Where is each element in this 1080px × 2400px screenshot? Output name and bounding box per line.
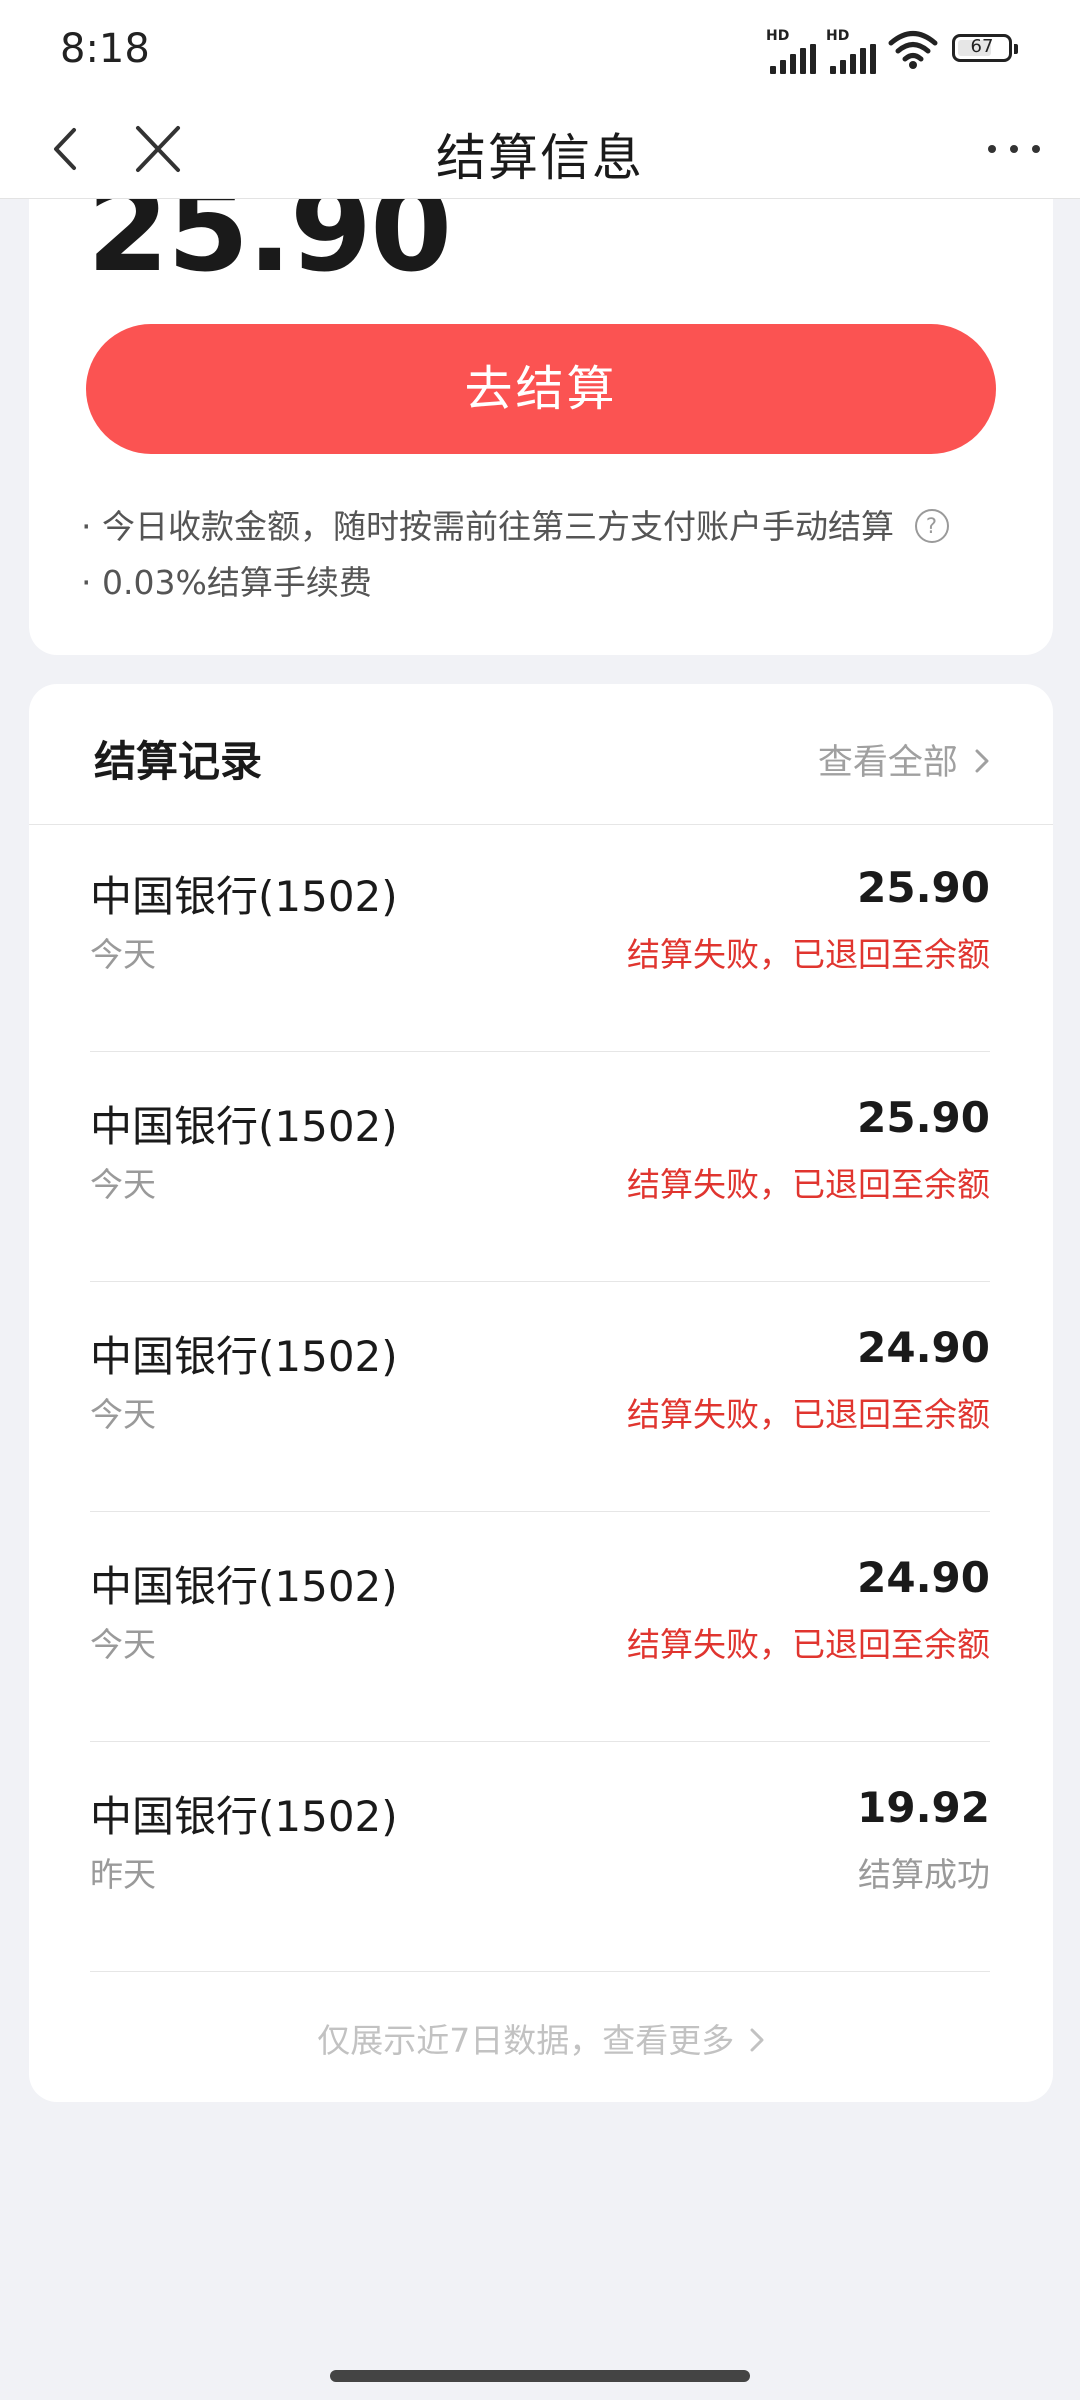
note-text-2: 0.03%结算手续费 xyxy=(102,563,372,602)
note-bullet: · xyxy=(81,507,92,546)
chevron-right-icon xyxy=(750,2028,764,2051)
note-bullet: · xyxy=(81,563,92,602)
settle-note-2: · 0.03%结算手续费 xyxy=(81,556,372,604)
record-bank: 中国银行(1502) xyxy=(90,1562,398,1611)
record-date: 今天 xyxy=(90,935,156,974)
record-amount: 19.92 xyxy=(857,1783,990,1832)
status-bar: 8:18 HD HD 67 xyxy=(0,0,1080,100)
settle-note-1: · 今日收款金额，随时按需前往第三方支付账户手动结算 ? xyxy=(81,500,949,548)
record-status: 结算失败，已退回至余额 xyxy=(627,935,990,974)
record-bank: 中国银行(1502) xyxy=(90,1792,398,1841)
more-records-label: 仅展示近7日数据，查看更多 xyxy=(317,2021,735,2060)
record-date: 今天 xyxy=(90,1165,156,1204)
record-status: 结算失败，已退回至余额 xyxy=(627,1625,990,1664)
divider xyxy=(90,1971,990,1972)
record-amount: 25.90 xyxy=(857,863,990,912)
record-date: 昨天 xyxy=(90,1855,156,1894)
record-status: 结算失败，已退回至余额 xyxy=(627,1165,990,1204)
view-all-link[interactable]: 查看全部 xyxy=(818,734,991,785)
record-date: 今天 xyxy=(90,1395,156,1434)
record-status: 结算失败，已退回至余额 xyxy=(627,1395,990,1434)
record-amount: 24.90 xyxy=(857,1323,990,1372)
records-title: 结算记录 xyxy=(94,737,263,786)
wifi-icon xyxy=(888,31,938,69)
status-time: 8:18 xyxy=(60,26,150,72)
record-bank: 中国银行(1502) xyxy=(90,1102,398,1151)
more-icon[interactable] xyxy=(984,122,1044,176)
view-all-label: 查看全部 xyxy=(817,743,958,783)
record-bank: 中国银行(1502) xyxy=(90,1332,398,1381)
record-row[interactable]: 中国银行(1502) 今天 24.90 结算失败，已退回至余额 xyxy=(90,1282,990,1512)
record-row[interactable]: 中国银行(1502) 昨天 19.92 结算成功 xyxy=(90,1742,990,1972)
page-title: 结算信息 xyxy=(436,129,644,187)
record-amount: 25.90 xyxy=(857,1093,990,1142)
battery-icon: 67 xyxy=(952,34,1018,62)
record-amount: 24.90 xyxy=(857,1553,990,1602)
record-bank: 中国银行(1502) xyxy=(90,872,398,921)
record-row[interactable]: 中国银行(1502) 今天 25.90 结算失败，已退回至余额 xyxy=(90,822,990,1052)
record-date: 今天 xyxy=(90,1625,156,1664)
nav-bar: 结算信息 xyxy=(0,100,1080,199)
chevron-right-icon xyxy=(975,749,989,773)
records-card: 结算记录 查看全部 中国银行(1502) 今天 25.90 结算失败，已退回至余… xyxy=(29,684,1053,2102)
help-icon[interactable]: ? xyxy=(914,508,949,543)
gesture-bar[interactable] xyxy=(330,2370,750,2382)
record-status: 结算成功 xyxy=(858,1855,990,1894)
more-records-link[interactable]: 仅展示近7日数据，查看更多 xyxy=(29,2014,1053,2062)
balance-card: 25.90 去结算 · 今日收款金额，随时按需前往第三方支付账户手动结算 ? ·… xyxy=(29,120,1053,655)
settle-button[interactable]: 去结算 xyxy=(86,324,996,454)
record-row[interactable]: 中国银行(1502) 今天 24.90 结算失败，已退回至余额 xyxy=(90,1512,990,1742)
note-text-1: 今日收款金额，随时按需前往第三方支付账户手动结算 xyxy=(102,507,894,546)
record-row[interactable]: 中国银行(1502) 今天 25.90 结算失败，已退回至余额 xyxy=(90,1052,990,1282)
